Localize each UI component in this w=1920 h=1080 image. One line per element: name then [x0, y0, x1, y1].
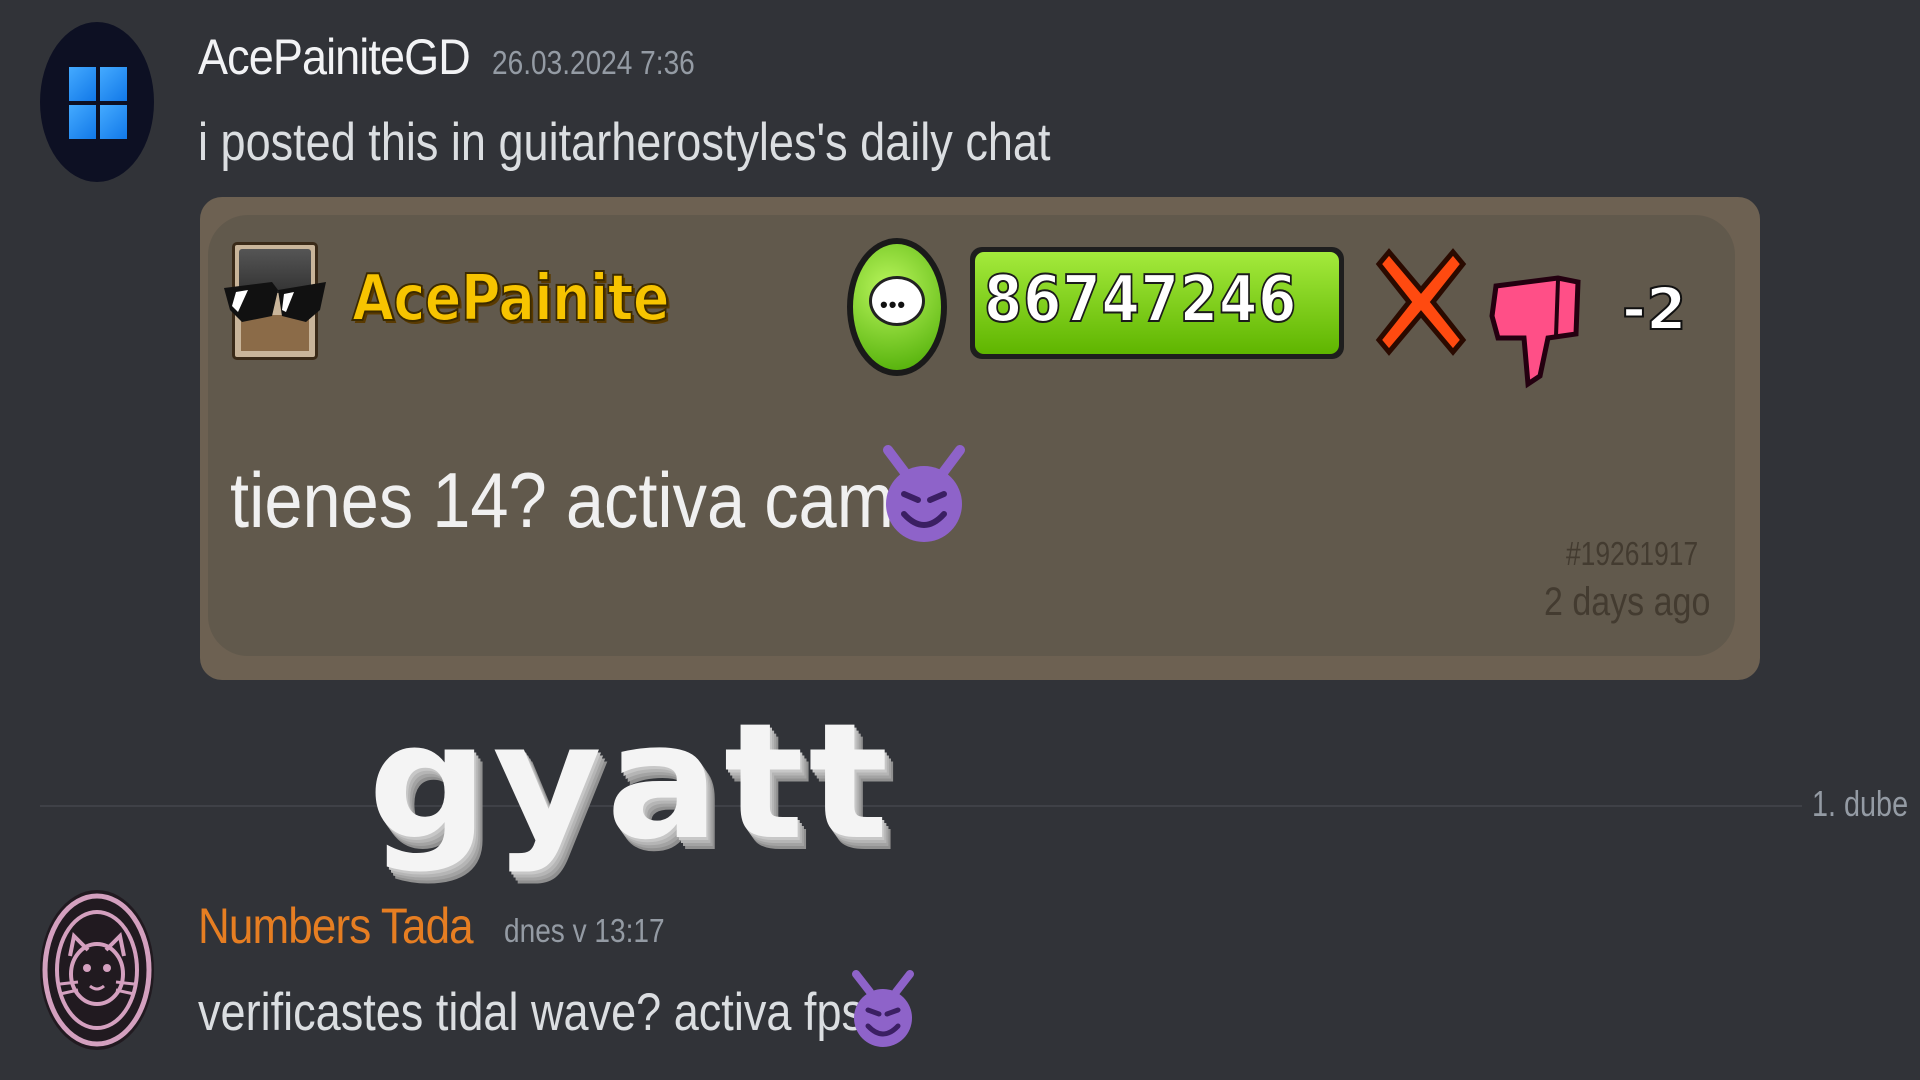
overlay-text: gyatt — [368, 688, 893, 875]
avatar[interactable] — [40, 890, 154, 1050]
message-timestamp: 26.03.2024 7:36 — [492, 44, 695, 81]
gd-comment-text: tienes 14? activa cam — [230, 456, 894, 544]
glasses-icon — [224, 282, 326, 322]
player-id-value: 86747246 — [983, 262, 1298, 338]
thumbs-down-icon — [1489, 275, 1581, 389]
gd-username: AcePainite — [351, 261, 670, 337]
devil-emoji-icon — [852, 970, 914, 1047]
devil-emoji-icon — [883, 445, 965, 542]
avatar[interactable] — [40, 22, 154, 182]
date-divider-label: 1. dube — [1812, 783, 1909, 824]
close-icon — [1375, 248, 1467, 356]
message-text: verificastes tidal wave? activa fps — [198, 983, 865, 1042]
cat-face-icon — [42, 893, 152, 1047]
player-id-badge: 86747246 — [970, 247, 1344, 359]
likes-count: -2 — [1621, 274, 1687, 344]
windows-logo-icon — [69, 67, 127, 139]
message-text: i posted this in guitarherostyles's dail… — [198, 113, 1051, 172]
message-username[interactable]: AcePainiteGD — [198, 28, 471, 86]
gd-comment-id: #19261917 — [1566, 535, 1699, 572]
message-timestamp: dnes v 13:17 — [504, 912, 665, 949]
date-divider — [40, 805, 1802, 807]
message-username[interactable]: Numbers Tada — [198, 897, 474, 955]
gd-comment-time: 2 days ago — [1544, 580, 1711, 624]
chat-bubble-icon: ••• — [847, 238, 947, 376]
